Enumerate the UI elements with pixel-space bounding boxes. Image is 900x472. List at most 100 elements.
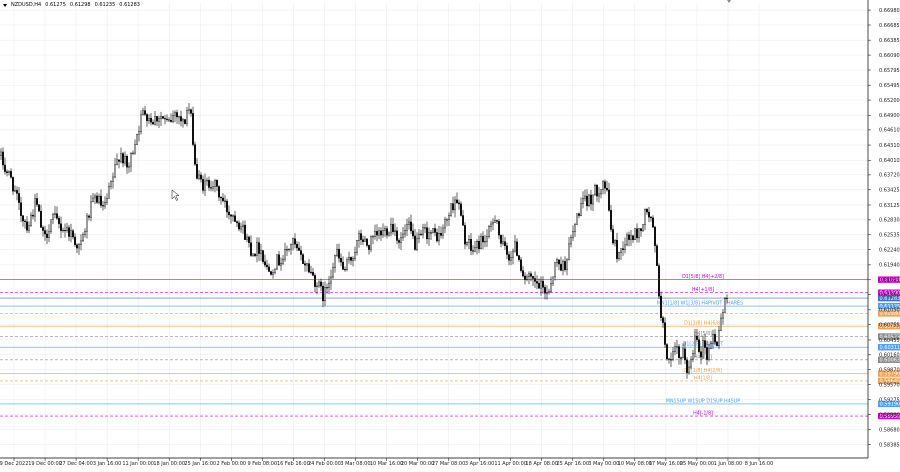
candle-body	[30, 215, 31, 226]
candle-body	[288, 249, 289, 250]
candle-body	[668, 359, 669, 360]
candle-body	[574, 224, 575, 231]
x-tick-label: 3 Apr 16:00	[465, 461, 494, 467]
candle-body	[676, 347, 677, 348]
candle-body	[488, 226, 489, 236]
candle-body	[416, 239, 417, 250]
candle-body	[334, 255, 335, 267]
candle-body	[170, 120, 171, 121]
candle-body	[174, 112, 175, 115]
candle-body	[78, 245, 79, 249]
x-tick-label: 8 Jun 16:00	[745, 461, 774, 467]
candle-body	[12, 177, 13, 191]
y-tick-label: 0.59870	[879, 367, 900, 373]
candle-body	[636, 229, 637, 238]
x-tick-label: 11 Jan 00:00	[122, 461, 154, 467]
candle-body	[592, 195, 593, 204]
candle-body	[290, 244, 291, 249]
y-tick-label: 0.64610	[879, 128, 900, 134]
candle-body	[504, 242, 505, 246]
candle-body	[4, 165, 5, 172]
dropdown-triangle-icon[interactable]	[3, 4, 7, 7]
candle-body	[458, 203, 459, 204]
candle-body	[150, 118, 151, 122]
x-tick-label: 19 Dec 00:00	[28, 461, 62, 467]
candle-body	[502, 242, 503, 244]
candle-body	[414, 236, 415, 250]
candle-body	[68, 228, 69, 237]
y-tick-label: 0.65495	[879, 83, 900, 89]
price-chart[interactable]: NZDUSD,H4 0.61275 0.61298 0.61235 0.6128…	[0, 0, 900, 468]
candle-body	[50, 220, 51, 232]
candle-body	[412, 231, 413, 236]
candle-body	[38, 205, 39, 212]
candle-body	[142, 111, 143, 115]
symbol-name: NZDUSD,H4	[11, 2, 41, 8]
candle-body	[162, 116, 163, 118]
candle-body	[322, 286, 323, 301]
candle-body	[478, 241, 479, 249]
candle-body	[724, 299, 725, 312]
candle-body	[344, 269, 345, 270]
level-label: D1[3/8] H4[6/8]	[684, 321, 722, 327]
candle-body	[354, 253, 355, 259]
candle-body	[338, 249, 339, 258]
candle-body	[694, 336, 695, 353]
candle-body	[56, 214, 57, 219]
candle-body	[518, 256, 519, 260]
x-tick-label: 2 Feb 00:00	[216, 461, 246, 467]
candle-body	[630, 236, 631, 240]
x-tick-label: 16 Feb 16:00	[277, 461, 310, 467]
candle-body	[560, 264, 561, 270]
candle-body	[296, 244, 297, 248]
candle-body	[340, 258, 341, 262]
candle-body	[460, 204, 461, 216]
candle-body	[544, 287, 545, 293]
candle-body	[698, 340, 699, 352]
chart-canvas[interactable]: D1[5/8] H4[+2/8]0.61648H4[+1/8]0.613900.…	[0, 0, 900, 468]
candle-body	[270, 272, 271, 275]
candle-body	[144, 111, 145, 115]
candle-body	[20, 203, 21, 216]
candle-body	[318, 282, 319, 286]
candle-body	[242, 225, 243, 227]
candle-body	[122, 154, 123, 164]
candle-body	[272, 273, 273, 275]
x-tick-label: 3 May 00:00	[588, 461, 619, 467]
candle-body	[712, 334, 713, 343]
x-tick-label: 24 Feb 00:00	[308, 461, 341, 467]
candle-body	[312, 272, 313, 275]
level-price-tag-text: 0.60311	[880, 345, 900, 351]
candle-body	[190, 110, 191, 114]
candle-body	[720, 318, 721, 331]
candle-body	[472, 251, 473, 252]
candle-body	[132, 153, 133, 154]
candle-body	[34, 198, 35, 216]
candle-body	[692, 353, 693, 359]
y-tick-label: 0.64010	[879, 158, 900, 164]
candle-body	[212, 187, 213, 189]
candle-body	[214, 180, 215, 186]
candle-body	[640, 229, 641, 231]
candle-body	[66, 228, 67, 231]
candle-body	[234, 216, 235, 222]
y-tick-label: 0.62830	[879, 218, 900, 224]
candle-body	[468, 239, 469, 242]
candle-body	[176, 112, 177, 116]
candle-body	[476, 241, 477, 247]
candle-body	[352, 258, 353, 260]
candle-body	[292, 239, 293, 244]
candle-body	[500, 235, 501, 243]
y-tick-label: 0.59275	[879, 397, 900, 403]
y-tick-label: 0.61350	[879, 293, 900, 299]
candle-body	[216, 180, 217, 186]
candle-body	[448, 216, 449, 220]
candle-body	[444, 220, 445, 228]
candle-body	[118, 160, 119, 162]
candle-body	[310, 272, 311, 273]
candle-body	[628, 235, 629, 240]
candle-body	[284, 250, 285, 260]
candle-body	[584, 196, 585, 198]
candle-body	[88, 216, 89, 217]
candle-body	[624, 245, 625, 250]
